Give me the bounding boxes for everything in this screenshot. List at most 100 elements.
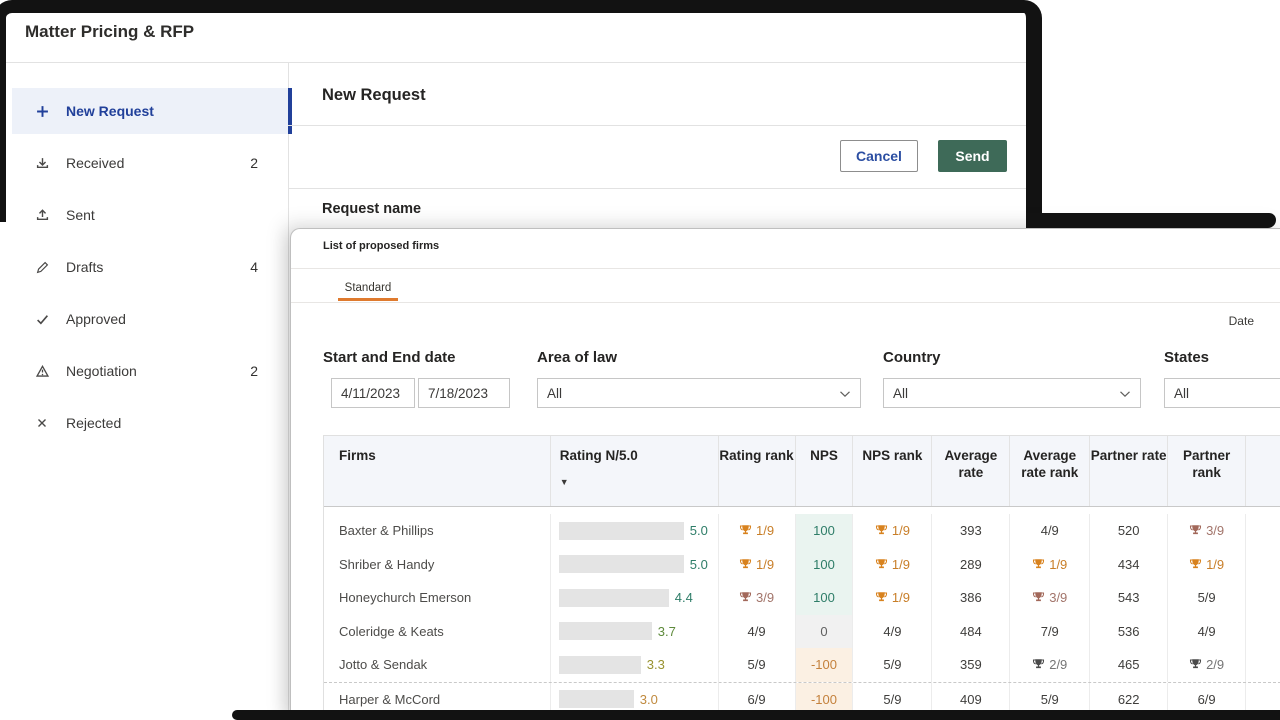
nps-value: 100: [796, 514, 853, 548]
x-icon: [36, 417, 58, 429]
country-dropdown[interactable]: All: [883, 378, 1141, 408]
states-value: All: [1174, 386, 1189, 401]
panel-divider: [291, 268, 1280, 269]
section-divider: [288, 125, 1026, 126]
rank-value: 5/9: [853, 648, 932, 682]
table-row: Jotto & Sendak3.35/9-1005/93592/94652/9: [324, 648, 1280, 683]
trophy-icon-gold: [875, 524, 888, 537]
cancel-button[interactable]: Cancel: [840, 140, 918, 172]
rank-value: 1/9: [756, 557, 774, 572]
page-title: Matter Pricing & RFP: [25, 22, 194, 42]
rank-value: 465: [1090, 648, 1168, 682]
sidebar-nav: New Request Received2 Sent Drafts4 Approved N…: [12, 88, 288, 452]
table-body: Baxter & Phillips5.01/91001/93934/95203/…: [324, 507, 1280, 716]
sidebar-item-drafts[interactable]: Drafts4: [12, 244, 288, 290]
sidebar-item-new-request[interactable]: New Request: [12, 88, 288, 134]
rank-value: 1/9: [892, 557, 910, 572]
rank-value: 2/9: [1206, 657, 1224, 672]
rank-value: 2/9: [1049, 657, 1067, 672]
rank-value: 3/9: [1049, 590, 1067, 605]
proposed-firms-panel: List of proposed firms Standard Date Sta…: [290, 228, 1280, 720]
column-header-partner-rate[interactable]: Partner rate: [1090, 436, 1168, 506]
start-date-input[interactable]: [331, 378, 415, 408]
modal-frame-top-bar: [1026, 213, 1276, 228]
column-header-nps[interactable]: NPS: [796, 436, 854, 506]
rating-cell: 5.0: [551, 514, 719, 548]
rating-cell: 4.4: [551, 581, 719, 615]
column-header-label: Partner rank: [1183, 448, 1230, 480]
firm-name: Jotto & Sendak: [324, 648, 551, 682]
sidebar-item-label: Rejected: [66, 415, 121, 431]
column-header-nps-rank[interactable]: NPS rank: [853, 436, 932, 506]
table-cell: 0: [796, 615, 854, 649]
trophy-icon-bronze: [1189, 524, 1202, 537]
nps-value: -100: [796, 648, 853, 682]
sidebar-item-negotiation[interactable]: Negotiation2: [12, 348, 288, 394]
rank-value: 7/9: [1010, 615, 1090, 649]
column-header-label: NPS rank: [862, 448, 922, 463]
table-cell-partial: [1246, 514, 1280, 548]
plus-icon: [36, 105, 58, 118]
area-of-law-value: All: [547, 386, 562, 401]
table-cell: 1/9: [719, 548, 796, 582]
tabs-divider: [291, 302, 1280, 303]
column-header-label: Average rate rank: [1021, 448, 1078, 480]
table-cell: 3/9: [719, 581, 796, 615]
rank-value: 386: [932, 581, 1010, 615]
column-header-firms[interactable]: Firms: [324, 436, 551, 506]
sort-desc-icon: ▼: [560, 474, 718, 491]
column-header-label: Firms: [339, 448, 376, 463]
sidebar-divider: [288, 62, 289, 720]
rank-value: 536: [1090, 615, 1168, 649]
sidebar-item-count: 2: [250, 155, 258, 171]
table-cell: 100: [796, 514, 854, 548]
rating-value: 3.7: [658, 624, 676, 639]
rating-bar: [559, 622, 652, 640]
filter-label-country: Country: [883, 349, 941, 366]
column-header-average-rate[interactable]: Average rate: [932, 436, 1010, 506]
nps-value: 100: [796, 548, 853, 582]
column-header-rating-rank[interactable]: Rating rank: [719, 436, 796, 506]
table-cell: 2/9: [1010, 648, 1090, 682]
rating-value: 3.0: [640, 692, 658, 707]
firm-name: Baxter & Phillips: [324, 514, 551, 548]
rank-value: 1/9: [892, 590, 910, 605]
area-of-law-dropdown[interactable]: All: [537, 378, 861, 408]
table-cell: 1/9: [853, 581, 932, 615]
trophy-icon-gold: [1032, 558, 1045, 571]
column-header-rating-n-5-0[interactable]: Rating N/5.0▼: [551, 436, 719, 506]
table-cell: 2/9: [1168, 648, 1246, 682]
table-cell-partial: [1246, 581, 1280, 615]
rank-value: 1/9: [756, 523, 774, 538]
sidebar-item-rejected[interactable]: Rejected: [12, 400, 288, 446]
send-button[interactable]: Send: [938, 140, 1007, 172]
rank-value: 393: [932, 514, 1010, 548]
active-indicator: [288, 88, 292, 134]
sidebar-item-label: Drafts: [66, 259, 103, 275]
table-cell: 100: [796, 548, 854, 582]
rank-value: 3/9: [756, 590, 774, 605]
sidebar-item-sent[interactable]: Sent: [12, 192, 288, 238]
rank-value: 434: [1090, 548, 1168, 582]
sidebar-item-approved[interactable]: Approved: [12, 296, 288, 342]
filter-label-area: Area of law: [537, 349, 617, 366]
tab-active-indicator: [338, 298, 398, 301]
table-cell-partial: [1246, 648, 1280, 682]
column-header-average-rate-rank[interactable]: Average rate rank: [1010, 436, 1090, 506]
rank-value: 289: [932, 548, 1010, 582]
table-cell-partial: [1246, 615, 1280, 649]
sidebar-item-label: Sent: [66, 207, 95, 223]
sidebar-item-label: Negotiation: [66, 363, 137, 379]
column-header-partner-rank[interactable]: Partner rank: [1168, 436, 1246, 506]
rating-bar: [559, 690, 634, 708]
sidebar-item-received[interactable]: Received2: [12, 140, 288, 186]
rank-value: 484: [932, 615, 1010, 649]
rank-value: 1/9: [892, 523, 910, 538]
download-icon: [36, 157, 58, 170]
nps-value: 0: [796, 615, 853, 649]
warning-icon: [36, 365, 58, 378]
states-dropdown[interactable]: All: [1164, 378, 1280, 408]
end-date-input[interactable]: [418, 378, 510, 408]
new-request-title: New Request: [322, 86, 426, 105]
table-row: Baxter & Phillips5.01/91001/93934/95203/…: [324, 514, 1280, 548]
